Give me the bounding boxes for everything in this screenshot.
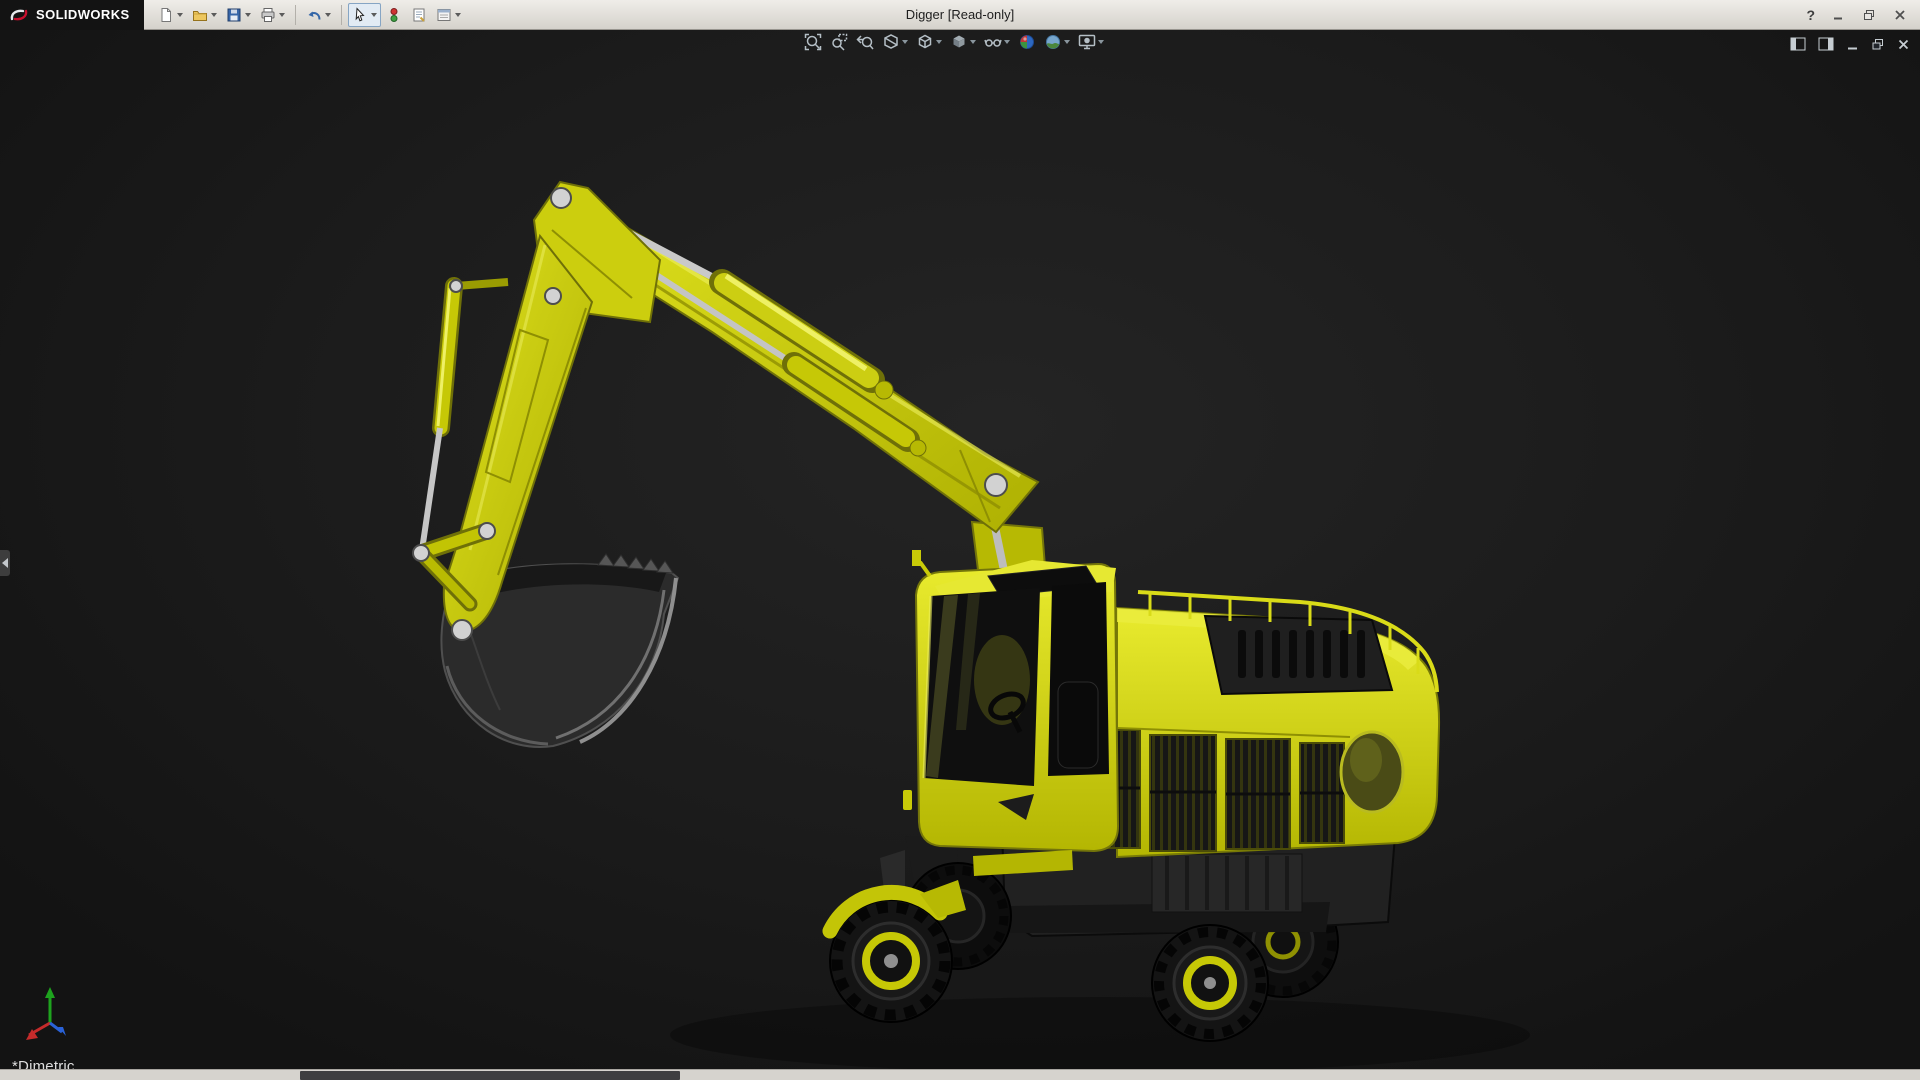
- dropdown-arrow: [455, 13, 461, 17]
- new-document-button[interactable]: [154, 3, 187, 27]
- dropdown-arrow: [1098, 40, 1104, 44]
- dropdown-arrow: [902, 40, 908, 44]
- solidworks-logo: SOLIDWORKS: [0, 0, 144, 30]
- dropdown-arrow: [245, 13, 251, 17]
- print-icon: [260, 7, 276, 23]
- hide-show-items-button[interactable]: [984, 33, 1010, 51]
- zoom-to-fit-button[interactable]: [804, 33, 822, 51]
- show-display-pane-button[interactable]: [1818, 37, 1834, 56]
- triad-y-axis: [45, 987, 55, 998]
- zoom-to-area-icon: [830, 33, 848, 51]
- minimize-icon: [1832, 9, 1844, 21]
- dropdown-arrow: [936, 40, 942, 44]
- view-settings-button[interactable]: [1078, 33, 1104, 51]
- restore-button[interactable]: [1861, 7, 1877, 23]
- ground-shadow: [670, 997, 1530, 1069]
- window-controls: ?: [1806, 7, 1920, 23]
- rebuild-icon: [386, 7, 402, 23]
- document-window-controls: [1790, 37, 1910, 56]
- help-button[interactable]: ?: [1806, 7, 1815, 23]
- zoom-to-fit-icon: [804, 33, 822, 51]
- reference-triad[interactable]: [18, 983, 82, 1043]
- upper-body[interactable]: [1078, 592, 1439, 857]
- heads-up-toolbar: [804, 33, 1104, 51]
- close-icon: [1894, 9, 1906, 21]
- restore-icon: [1863, 9, 1876, 21]
- seat: [1058, 682, 1098, 768]
- main-toolbar: [144, 3, 465, 27]
- brand-text: SOLIDWORKS: [36, 7, 130, 22]
- graphics-area[interactable]: *Dimetric: [0, 30, 1920, 1069]
- previous-view-button[interactable]: [856, 33, 874, 51]
- open-button[interactable]: [188, 3, 221, 27]
- edit-appearance-icon: [1018, 33, 1036, 51]
- solidworks-logo-icon: [8, 6, 30, 24]
- restore-document-button[interactable]: [1871, 38, 1885, 56]
- close-button[interactable]: [1892, 7, 1908, 23]
- dropdown-arrow: [325, 13, 331, 17]
- apply-scene-button[interactable]: [1044, 33, 1070, 51]
- dropdown-arrow: [211, 13, 217, 17]
- close-document-button[interactable]: [1897, 38, 1910, 56]
- undo-button[interactable]: [302, 3, 335, 27]
- rear-wheel[interactable]: [1152, 925, 1268, 1041]
- section-view-icon: [882, 33, 900, 51]
- chevron-left-icon: [2, 558, 8, 568]
- section-view-button[interactable]: [882, 33, 908, 51]
- front-wheel[interactable]: [830, 900, 952, 1022]
- restore-document-icon: [1871, 38, 1885, 51]
- window-title: Digger [Read-only]: [906, 7, 1014, 22]
- print-button[interactable]: [256, 3, 289, 27]
- horizontal-scrollbar[interactable]: [0, 1069, 1920, 1080]
- dropdown-arrow: [371, 13, 377, 17]
- minimize-document-button[interactable]: [1846, 38, 1859, 56]
- save-icon: [226, 7, 242, 23]
- undo-icon: [306, 7, 322, 23]
- previous-view-icon: [856, 33, 874, 51]
- options-icon: [436, 7, 452, 23]
- apply-scene-icon: [1044, 33, 1062, 51]
- view-orientation-button[interactable]: [916, 33, 942, 51]
- dropdown-arrow: [1004, 40, 1010, 44]
- cab[interactable]: [903, 550, 1118, 851]
- show-display-pane-icon: [1818, 37, 1834, 51]
- show-feature-pane-icon: [1790, 37, 1806, 51]
- view-settings-icon: [1078, 33, 1096, 51]
- save-button[interactable]: [222, 3, 255, 27]
- view-orientation-icon: [916, 33, 934, 51]
- close-document-icon: [1897, 38, 1910, 51]
- excavator-model[interactable]: [0, 30, 1920, 1069]
- display-style-icon: [950, 33, 968, 51]
- dropdown-arrow: [970, 40, 976, 44]
- rebuild-button[interactable]: [382, 3, 406, 27]
- minimize-button[interactable]: [1830, 7, 1846, 23]
- toolbar-separator: [341, 5, 342, 25]
- select-button[interactable]: [348, 3, 381, 27]
- scrollbar-thumb[interactable]: [300, 1071, 680, 1080]
- display-style-button[interactable]: [950, 33, 976, 51]
- dropdown-arrow: [1064, 40, 1070, 44]
- show-feature-pane-button[interactable]: [1790, 37, 1806, 56]
- minimize-document-icon: [1846, 38, 1859, 51]
- zoom-to-area-button[interactable]: [830, 33, 848, 51]
- open-icon: [192, 7, 208, 23]
- title-bar: SOLIDWORKS: [0, 0, 1920, 30]
- file-properties-icon: [411, 7, 427, 23]
- new-document-icon: [158, 7, 174, 23]
- dropdown-arrow: [279, 13, 285, 17]
- view-orientation-label: *Dimetric: [12, 1058, 75, 1069]
- edit-appearance-button[interactable]: [1018, 33, 1036, 51]
- featuremanager-flyout-arrow[interactable]: [0, 550, 10, 576]
- wing-mirror: [912, 550, 921, 566]
- hide-show-items-icon: [984, 33, 1002, 51]
- options-button[interactable]: [432, 3, 465, 27]
- select-cursor-icon: [352, 7, 368, 23]
- file-properties-button[interactable]: [407, 3, 431, 27]
- dropdown-arrow: [177, 13, 183, 17]
- toolbar-separator: [295, 5, 296, 25]
